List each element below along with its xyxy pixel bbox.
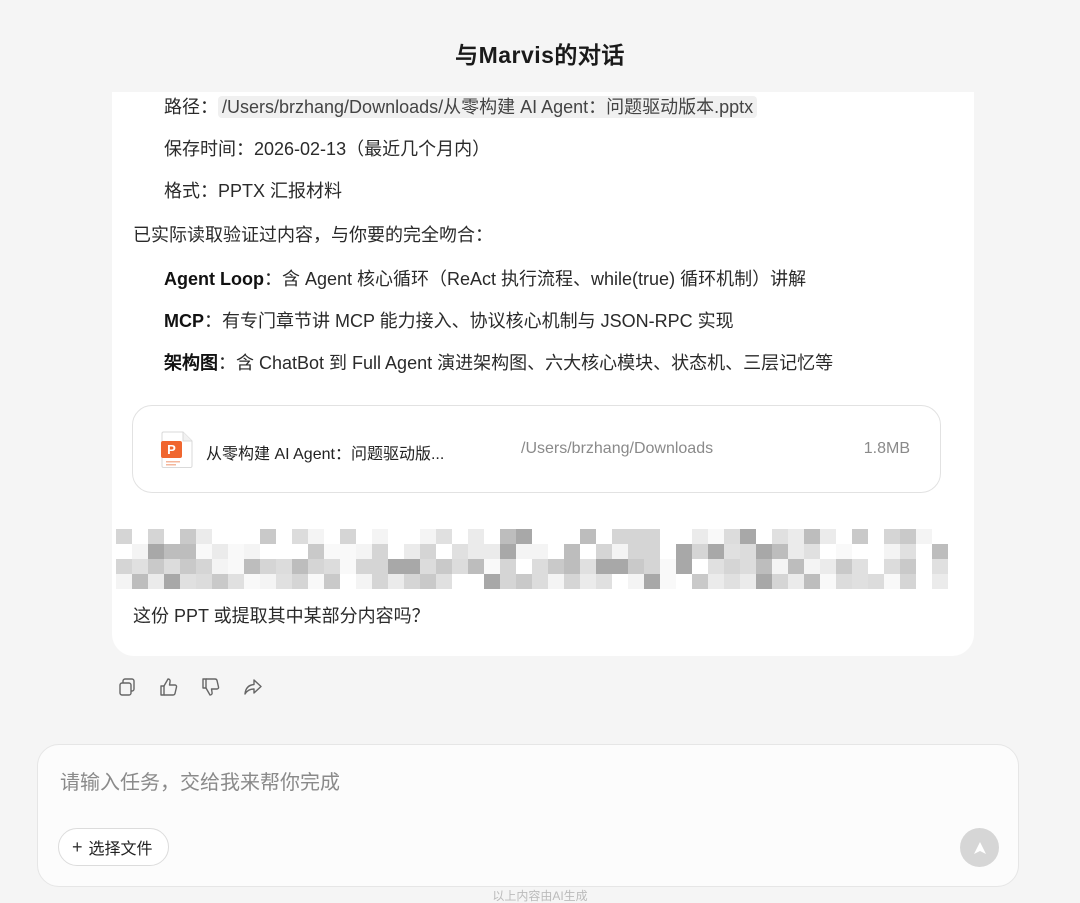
share-button[interactable] xyxy=(242,674,264,700)
send-button[interactable] xyxy=(960,828,999,867)
format-line: 格式：PPTX 汇报材料 xyxy=(164,181,343,201)
thumbs-up-icon xyxy=(160,678,178,696)
file-attachment-card[interactable]: P 从零构建 AI Agent：问题驱动版... /Users/brzhang/… xyxy=(132,405,941,493)
message-actions xyxy=(116,674,264,700)
bullet-text: ：有专门章节讲 MCP 能力接入、协议核心机制与 JSON-RPC 实现 xyxy=(204,311,734,331)
bullet-agent-loop: Agent Loop：含 Agent 核心循环（ReAct 执行流程、while… xyxy=(164,268,806,290)
thumbs-down-button[interactable] xyxy=(200,674,222,700)
page-title: 与Marvis的对话 xyxy=(455,42,625,68)
send-arrow-icon xyxy=(973,841,986,854)
choose-file-label: 选择文件 xyxy=(88,841,153,858)
pptx-file-icon: P xyxy=(161,431,193,468)
pixelated-redaction xyxy=(116,529,948,589)
choose-file-button[interactable]: + 选择文件 xyxy=(58,828,169,866)
path-line: 路径：/Users/brzhang/Downloads/从零构建 AI Agen… xyxy=(164,96,758,118)
file-size: 1.8MB xyxy=(863,440,910,457)
thumbs-up-button[interactable] xyxy=(158,674,180,700)
share-icon xyxy=(244,679,262,695)
bullet-text: ：含 Agent 核心循环（ReAct 执行流程、while(true) 循环机… xyxy=(263,269,807,289)
task-composer: + 选择文件 xyxy=(37,744,1019,887)
verified-intro: 已实际读取验证过内容，与你要的完全吻合： xyxy=(133,225,493,245)
bullet-text: ：含 ChatBot 到 Full Agent 演进架构图、六大核心模块、状态机… xyxy=(218,353,834,373)
thumbs-down-icon xyxy=(202,678,220,696)
file-name: 从零构建 AI Agent：问题驱动版... xyxy=(206,446,445,463)
bullet-mcp: MCP：有专门章节讲 MCP 能力接入、协议核心机制与 JSON-RPC 实现 xyxy=(164,310,734,332)
ai-disclaimer: 以上内容由AI生成 xyxy=(492,889,588,903)
closing-question: 这份 PPT 或提取其中某部分内容吗？ xyxy=(133,606,430,626)
path-label: 路径： xyxy=(164,97,218,117)
bullet-key: MCP xyxy=(164,311,204,331)
copy-icon xyxy=(119,678,135,696)
ppt-icon-letter: P xyxy=(167,442,176,457)
page-header: 与Marvis的对话 xyxy=(0,0,1080,92)
bullet-architecture: 架构图：含 ChatBot 到 Full Agent 演进架构图、六大核心模块、… xyxy=(164,352,833,374)
file-path: /Users/brzhang/Downloads xyxy=(521,440,714,457)
plus-icon: + xyxy=(72,837,83,857)
bullet-key: Agent Loop xyxy=(164,269,264,289)
save-time-line: 保存时间：2026-02-13（最近几个月内） xyxy=(164,139,491,159)
path-value: /Users/brzhang/Downloads/从零构建 AI Agent：问… xyxy=(218,96,758,118)
copy-button[interactable] xyxy=(116,674,138,700)
task-input[interactable] xyxy=(58,767,922,799)
bullet-key: 架构图 xyxy=(164,353,218,373)
